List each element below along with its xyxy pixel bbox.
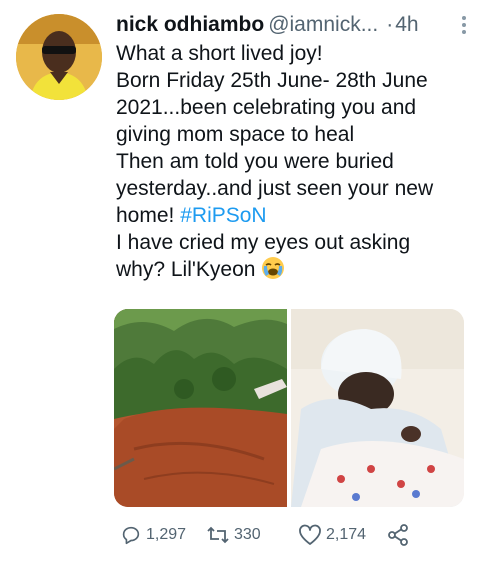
retweet-button[interactable]: 330 <box>206 520 261 550</box>
reply-icon <box>120 524 142 546</box>
tweet-card[interactable]: nick odhiambo @iamnick... ·4h What a short… <box>0 0 480 565</box>
media-grid <box>114 309 464 507</box>
photo-baby[interactable] <box>291 309 464 507</box>
reply-button[interactable]: 1,297 <box>120 520 186 550</box>
like-icon <box>298 524 322 546</box>
photo-grave[interactable] <box>114 309 287 507</box>
avatar[interactable] <box>16 14 102 100</box>
tweet-header: nick odhiambo @iamnick... ·4h <box>116 10 472 40</box>
retweet-count: 330 <box>234 526 261 543</box>
like-button[interactable]: 2,174 <box>298 520 366 550</box>
hashtag-link[interactable]: #RiPSoN <box>180 204 266 227</box>
separator: · <box>386 13 394 36</box>
tweet-line: Then am told you were buried <box>116 150 394 173</box>
tweet-line: yesterday..and just seen your new <box>116 177 434 200</box>
author-name[interactable]: nick odhiambo <box>116 13 264 36</box>
tweet-actions: 1,297 330 2,174 <box>120 520 450 550</box>
crying-emoji-icon <box>261 256 285 280</box>
tweet-line: 2021...been celebrating you and <box>116 96 417 119</box>
retweet-icon <box>206 524 230 546</box>
tweet-line: I have cried my eyes out asking <box>116 231 411 254</box>
tweet-line-text: home! <box>116 204 175 227</box>
tweet-line: Born Friday 25th June- 28th June <box>116 69 428 92</box>
tweet-line: giving mom space to heal <box>116 123 355 146</box>
tweet-line-with-emoji: why? Lil'Kyeon <box>116 256 472 283</box>
tweet-line: What a short lived joy! <box>116 42 323 65</box>
share-button[interactable] <box>386 520 410 550</box>
tweet-text: What a short lived joy! Born Friday 25th… <box>116 40 472 283</box>
like-count: 2,174 <box>326 526 367 543</box>
share-icon <box>386 523 410 547</box>
reply-count: 1,297 <box>146 526 187 543</box>
tweet-line-text: why? Lil'Kyeon <box>116 258 256 281</box>
timestamp[interactable]: 4h <box>395 13 418 36</box>
more-vertical-icon[interactable] <box>460 16 468 36</box>
author-handle[interactable]: @iamnick... <box>268 13 378 36</box>
tweet-line-with-hashtag: home! #RiPSoN <box>116 202 472 229</box>
